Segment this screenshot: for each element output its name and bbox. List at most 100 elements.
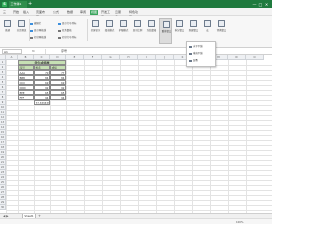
ribbon-button-label: 宏 [206, 29, 209, 32]
ribbon-button-icon [92, 20, 99, 27]
ribbon-checkbox[interactable]: 打印行号列标 [58, 36, 76, 40]
ribbon-checkbox[interactable]: 显示行号列标 [58, 22, 76, 26]
checkbox-label: 打印网格线 [34, 36, 46, 39]
ribbon-checkbox[interactable]: 打印网格线 [30, 36, 46, 40]
ribbon-button-label: 冻结窗格 [146, 29, 157, 32]
column-header[interactable]: G [102, 55, 120, 60]
menu-item[interactable]: 云服务 [114, 10, 124, 19]
window-layout-icon [189, 52, 192, 56]
dropdown-item[interactable]: 层叠 [188, 58, 216, 64]
checkbox-icon [58, 29, 61, 33]
menu-bar: 三开始插入页面布局公式数据审阅视图开发工具云服务特色功能 [0, 8, 272, 19]
ribbon-button[interactable]: 冻结窗格 [145, 18, 158, 44]
ribbon-button-label: 新建窗口 [188, 29, 199, 32]
minimize-icon[interactable]: — [252, 2, 257, 7]
column-header[interactable]: H [120, 55, 138, 60]
view-ribbon: 普通 分页预览 全屏显示 阅读模式 护眼模式 显示比例 冻结窗格 重排窗口 拆分窗口 新建窗口 宏 切… [0, 16, 272, 48]
fx-icon[interactable]: fx [32, 49, 35, 54]
table-score-cell[interactable]: 94 [50, 95, 66, 100]
menu-item[interactable]: 开始 [12, 10, 20, 15]
ribbon-button-label: 拆分窗口 [174, 29, 185, 32]
formula-input[interactable]: 序号 [45, 49, 270, 54]
ribbon-button-icon [204, 20, 211, 27]
column-header[interactable]: I [138, 55, 156, 60]
average-cell[interactable]: 77.3333333 [34, 100, 50, 105]
ribbon-separator [29, 19, 30, 41]
new-tab-icon[interactable]: + [28, 1, 32, 7]
ribbon-button-icon [120, 20, 127, 27]
ribbon-button[interactable]: 重排窗口 [159, 18, 172, 44]
column-header[interactable]: J [156, 55, 174, 60]
dropdown-item-label: 垂直平铺 [193, 52, 203, 55]
checkbox-label: 显示网格线 [34, 29, 46, 32]
menu-item[interactable]: 数据 [66, 10, 74, 15]
ribbon-button-icon [190, 20, 197, 27]
ribbon-separator [87, 19, 88, 41]
column-header[interactable]: O [246, 55, 264, 60]
menu-item[interactable]: 视图 [90, 9, 98, 15]
menu-item[interactable]: 特色功能 [128, 10, 140, 19]
dropdown-item-label: 层叠 [193, 59, 198, 62]
checkbox-label: 任务窗格 [62, 29, 72, 32]
ribbon-button[interactable]: 拆分窗口 [173, 18, 186, 44]
dropdown-item[interactable]: 水平平铺 [188, 44, 216, 50]
checkbox-icon [30, 29, 33, 33]
title-bar: S 工作簿1 + — □ ✕ [0, 0, 272, 8]
ribbon-button-icon [218, 20, 225, 27]
column-header[interactable]: A [6, 55, 18, 60]
ribbon-button-icon [163, 21, 170, 28]
menu-item[interactable]: 开发工具 [100, 10, 111, 19]
window-layout-icon [189, 45, 192, 49]
menu-item[interactable]: 三 [2, 10, 7, 15]
wps-app-icon[interactable]: S [2, 1, 7, 7]
ribbon-button-icon [134, 20, 141, 27]
column-header[interactable]: F [84, 55, 102, 60]
column-header[interactable]: E [66, 55, 84, 60]
ribbon-button[interactable]: 全屏显示 [89, 18, 102, 44]
checkbox-icon [58, 36, 61, 40]
checkbox-label: 编辑栏 [34, 22, 42, 25]
menu-item[interactable]: 审阅 [79, 10, 87, 15]
ribbon-button-label: 普通 [5, 29, 10, 32]
column-header[interactable]: N [228, 55, 246, 60]
maximize-icon[interactable]: □ [258, 2, 263, 7]
name-box[interactable]: A1 [2, 49, 22, 54]
ribbon-checkbox[interactable]: 编辑栏 [30, 22, 41, 26]
ribbon-button-icon [148, 20, 155, 27]
ribbon-button-icon [176, 20, 183, 27]
menu-item[interactable]: 公式 [52, 10, 62, 15]
ribbon-button[interactable]: 切换窗口 [215, 18, 228, 44]
ribbon-button-icon [18, 20, 25, 27]
menu-item[interactable]: 插入 [22, 10, 30, 15]
status-bar: 100% [0, 218, 272, 224]
dropdown-item-label: 水平平铺 [193, 45, 203, 48]
arrange-windows-dropdown: 水平平铺垂直平铺层叠 [186, 41, 216, 67]
ribbon-button-label: 阅读模式 [104, 29, 115, 32]
checkbox-icon [58, 22, 61, 26]
ribbon-checkbox[interactable]: 显示网格线 [30, 29, 46, 33]
ribbon-button-label: 显示比例 [132, 29, 143, 32]
checkbox-label: 打印行号列标 [62, 36, 77, 39]
ribbon-button-label: 护眼模式 [118, 29, 129, 32]
dropdown-item[interactable]: 垂直平铺 [188, 51, 216, 57]
zoom-level[interactable]: 100% [236, 220, 243, 225]
close-icon[interactable]: ✕ [264, 2, 269, 7]
ribbon-button-label: 全屏显示 [90, 29, 101, 32]
ribbon-button[interactable]: 护眼模式 [117, 18, 130, 44]
menu-item[interactable]: 页面布局 [35, 10, 47, 19]
ribbon-button[interactable]: 普通 [1, 18, 14, 44]
ribbon-checkbox[interactable]: 任务窗格 [58, 29, 72, 33]
ribbon-button-icon [106, 20, 113, 27]
ribbon-button[interactable]: 分页预览 [15, 18, 28, 44]
checkbox-label: 显示行号列标 [62, 22, 77, 25]
checkbox-icon [30, 36, 33, 40]
ribbon-button-icon [4, 20, 11, 27]
table-name-cell[interactable]: FFF [18, 95, 34, 100]
checkbox-icon [30, 22, 33, 26]
ribbon-button[interactable]: 阅读模式 [103, 18, 116, 44]
document-tab[interactable]: 工作簿1 [9, 1, 27, 8]
ribbon-button[interactable]: 显示比例 [131, 18, 144, 44]
formula-bar: A1 fx 序号 [0, 48, 272, 55]
window-layout-icon [189, 59, 192, 63]
ribbon-button-label: 重排窗口 [161, 30, 172, 33]
